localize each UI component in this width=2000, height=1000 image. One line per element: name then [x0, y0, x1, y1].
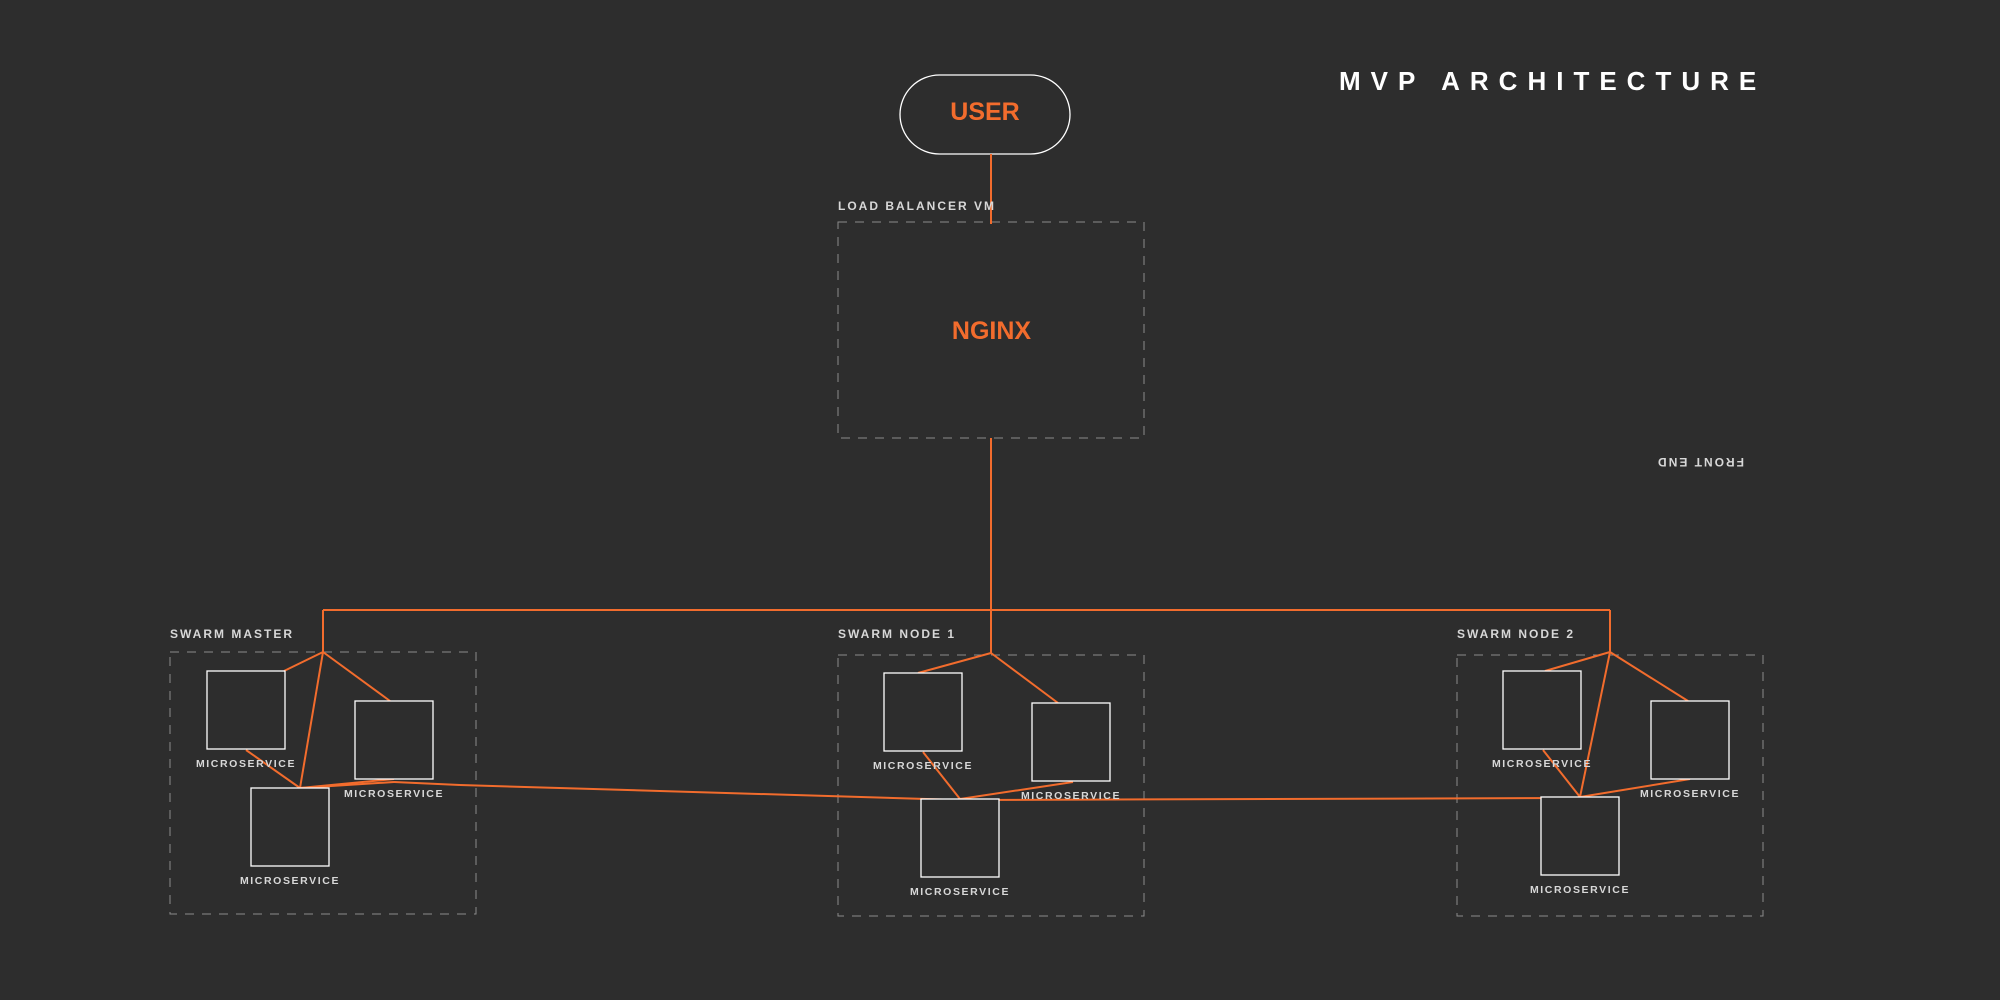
load-balancer-label: LOAD BALANCER VM: [838, 199, 996, 213]
architecture-diagram: [169, 74, 1764, 917]
front-end-mirrored-label: FRONT END: [1656, 455, 1744, 469]
nginx-label: NGINX: [951, 317, 1032, 345]
swarm-master-microservice-1[interactable]: [206, 670, 286, 750]
swarm-node-2-microservice-2[interactable]: [1650, 700, 1730, 780]
swarm-node-1-microservice-3[interactable]: [920, 798, 1000, 878]
swarm-master-microservice-1-label: MICROSERVICE: [195, 758, 297, 770]
swarm-node-2-label: SWARM NODE 2: [1457, 627, 1576, 641]
swarm-node-1-microservice-2-label: MICROSERVICE: [1020, 790, 1122, 802]
swarm-node-2-microservice-3[interactable]: [1540, 796, 1620, 876]
connection-lines: [245, 154, 1691, 801]
swarm-node-1-microservice-1[interactable]: [883, 672, 963, 752]
swarm-master-microservice-3[interactable]: [250, 787, 330, 867]
swarm-master-label: SWARM MASTER: [170, 627, 294, 641]
swarm-node-2-microservice-1[interactable]: [1502, 670, 1582, 750]
swarm-node-2-microservice-1-label: MICROSERVICE: [1491, 758, 1593, 770]
swarm-node-1-microservice-3-label: MICROSERVICE: [909, 886, 1011, 898]
swarm-node-1-microservice-1-label: MICROSERVICE: [872, 760, 974, 772]
user-label: USER: [950, 98, 1020, 126]
swarm-master-microservice-2-label: MICROSERVICE: [343, 788, 445, 800]
swarm-node-2-microservice-3-label: MICROSERVICE: [1529, 884, 1631, 896]
swarm-master-microservice-2[interactable]: [354, 700, 434, 780]
swarm-node-2-microservice-2-label: MICROSERVICE: [1639, 788, 1741, 800]
swarm-node-1-label: SWARM NODE 1: [838, 627, 957, 641]
page-title: MVP ARCHITECTURE: [1339, 66, 1767, 96]
swarm-master-microservice-3-label: MICROSERVICE: [239, 875, 341, 887]
swarm-node-1-microservice-2[interactable]: [1031, 702, 1111, 782]
